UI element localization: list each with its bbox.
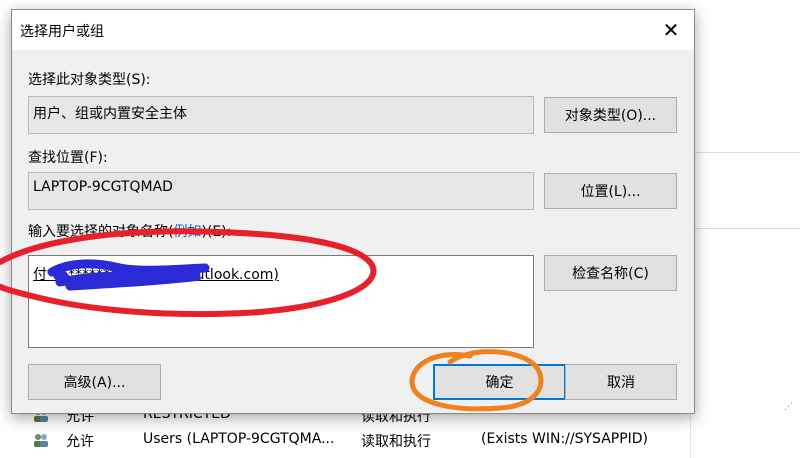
- background-right-pane: [690, 20, 800, 458]
- examples-link[interactable]: 例如: [173, 224, 201, 240]
- cancel-button[interactable]: 取消: [565, 364, 677, 400]
- object-names-value: 付******************@outlook.com): [33, 267, 279, 283]
- check-names-button[interactable]: 检查名称(C): [544, 255, 677, 291]
- object-types-button-label: 对象类型(O)...: [564, 108, 657, 124]
- locations-button[interactable]: 位置(L)...: [544, 173, 677, 209]
- close-icon: ✕: [662, 18, 680, 42]
- dialog-titlebar[interactable]: 选择用户或组 ✕: [12, 10, 694, 50]
- names-label-suffix: )(E):: [201, 224, 232, 240]
- names-label: 输入要选择的对象名称(例如)(E):: [28, 221, 231, 241]
- permission-access: 读取和执行: [361, 434, 431, 450]
- close-button[interactable]: ✕: [648, 10, 694, 50]
- permission-row[interactable]: 允许 Users (LAPTOP-9CGTQMA... 读取和执行 (Exist…: [20, 428, 800, 452]
- advanced-button-label: 高级(A)...: [63, 375, 126, 391]
- location-field: LAPTOP-9CGTQMAD: [28, 172, 534, 210]
- divider: [691, 152, 800, 153]
- advanced-button[interactable]: 高级(A)...: [28, 364, 161, 400]
- cancel-button-label: 取消: [607, 375, 635, 391]
- object-type-label: 选择此对象类型(S):: [28, 72, 151, 88]
- permission-condition: (Exists WIN://SYSAPPID): [481, 431, 649, 447]
- permission-type: 允许: [66, 434, 94, 450]
- locations-button-label: 位置(L)...: [580, 184, 641, 200]
- location-value: LAPTOP-9CGTQMAD: [33, 179, 173, 195]
- dialog-title: 选择用户或组: [20, 24, 104, 40]
- names-label-prefix: 输入要选择的对象名称(: [28, 224, 174, 240]
- object-type-field: 用户、组或内置安全主体: [28, 96, 534, 134]
- select-users-dialog: 选择用户或组 ✕ 选择此对象类型(S): 用户、组或内置安全主体 对象类型(O)…: [11, 9, 695, 414]
- object-type-value: 用户、组或内置安全主体: [33, 106, 187, 122]
- divider: [691, 228, 800, 229]
- object-types-button[interactable]: 对象类型(O)...: [544, 97, 677, 133]
- resize-grip-icon[interactable]: ⋰: [784, 402, 794, 412]
- location-label: 查找位置(F):: [28, 150, 108, 166]
- check-names-button-label: 检查名称(C): [572, 266, 649, 282]
- ok-button[interactable]: 确定: [433, 364, 566, 400]
- ok-button-label: 确定: [485, 375, 514, 391]
- users-group-icon: [34, 434, 48, 447]
- permission-principal: Users (LAPTOP-9CGTQMA...: [143, 431, 335, 447]
- object-names-input[interactable]: 付******************@outlook.com): [28, 255, 534, 348]
